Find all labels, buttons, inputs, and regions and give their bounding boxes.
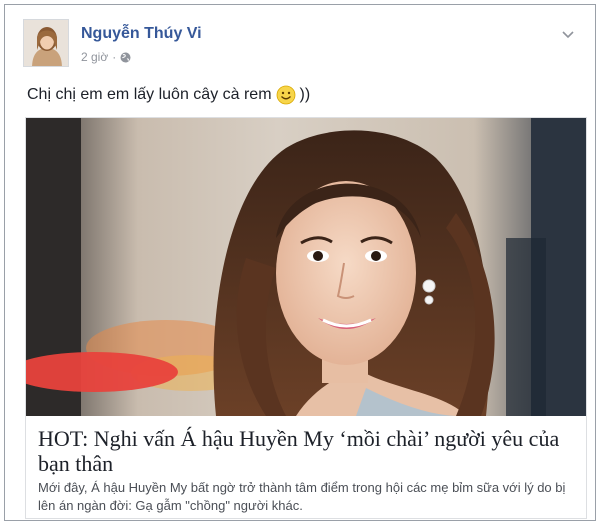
post-timestamp[interactable]: 2 giờ <box>81 50 108 64</box>
smiley-emoji <box>276 85 296 105</box>
facebook-post: Nguyễn Thúy Vi 2 giờ · Chị chị em em lấy… <box>4 4 596 521</box>
link-description: Mới đây, Á hậu Huyền My bất ngờ trở thàn… <box>38 480 566 513</box>
post-header: Nguyễn Thúy Vi 2 giờ · <box>23 19 581 75</box>
avatar[interactable] <box>23 19 69 67</box>
chevron-down-icon[interactable] <box>561 27 575 39</box>
shared-link-card[interactable]: HOT: Nghi vấn Á hậu Huyền My ‘mồi chài’ … <box>25 117 587 519</box>
post-message: Chị chị em em lấy luôn cây cà rem )) <box>27 85 310 105</box>
link-preview-image[interactable] <box>26 118 586 416</box>
author-name[interactable]: Nguyễn Thúy Vi <box>81 25 202 43</box>
globe-icon[interactable] <box>120 52 131 63</box>
post-meta: 2 giờ · <box>81 50 131 64</box>
post-message-text: Chị chị em em lấy luôn cây cà rem <box>27 86 272 103</box>
post-message-suffix: )) <box>299 86 311 103</box>
link-headline[interactable]: HOT: Nghi vấn Á hậu Huyền My ‘mồi chài’ … <box>38 426 578 476</box>
meta-separator: · <box>112 50 117 64</box>
